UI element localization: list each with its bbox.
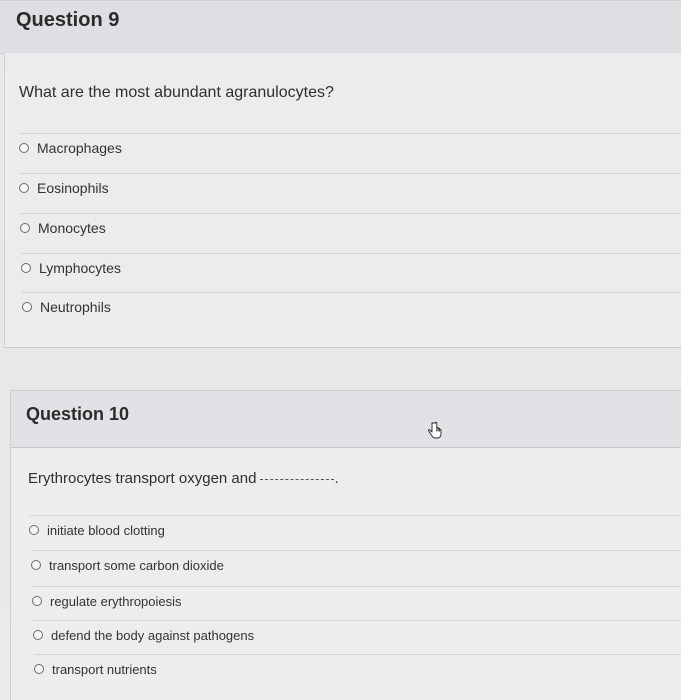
option-label: Neutrophils (40, 299, 111, 315)
option-label: Macrophages (37, 140, 122, 156)
q9-option-eosinophils[interactable]: Eosinophils (19, 173, 681, 202)
question-10-prompt: Erythrocytes transport oxygen and. (28, 470, 339, 487)
option-label: initiate blood clotting (47, 522, 165, 538)
radio-button-icon[interactable] (19, 143, 29, 153)
radio-button-icon[interactable] (34, 664, 44, 674)
radio-button-icon[interactable] (29, 525, 39, 535)
question-10-card: Question 10 Erythrocytes transport oxyge… (10, 390, 681, 700)
radio-button-icon[interactable] (32, 596, 42, 606)
radio-button-icon[interactable] (19, 183, 29, 193)
radio-button-icon[interactable] (33, 630, 43, 640)
q10-option-regulate-erythropoiesis[interactable]: regulate erythropoiesis (32, 586, 681, 615)
radio-button-icon[interactable] (31, 560, 41, 570)
hand-pointer-icon (428, 421, 442, 439)
q10-option-initiate-blood-clotting[interactable]: initiate blood clotting (29, 515, 681, 544)
question-10-title: Question 10 (26, 404, 130, 424)
option-label: Lymphocytes (39, 260, 121, 276)
q9-option-macrophages[interactable]: Macrophages (19, 133, 681, 162)
option-label: Monocytes (38, 220, 106, 236)
question-10-prompt-end: . (334, 470, 339, 487)
question-10-header: Question 10 (11, 390, 681, 448)
q10-option-transport-carbon-dioxide[interactable]: transport some carbon dioxide (31, 550, 681, 579)
q9-option-neutrophils[interactable]: Neutrophils (22, 292, 681, 321)
option-label: Eosinophils (37, 180, 109, 196)
question-9-header: Question 9 (0, 0, 681, 54)
option-label: transport nutrients (52, 661, 157, 677)
option-label: regulate erythropoiesis (50, 593, 182, 609)
question-10-prompt-text: Erythrocytes transport oxygen and (28, 470, 257, 487)
radio-button-icon[interactable] (22, 302, 32, 312)
fill-in-blank (260, 479, 335, 480)
option-label: defend the body against pathogens (51, 627, 255, 643)
option-label: transport some carbon dioxide (49, 557, 224, 573)
q10-option-transport-nutrients[interactable]: transport nutrients (34, 654, 681, 683)
question-9-title: Question 9 (16, 9, 120, 31)
radio-button-icon[interactable] (20, 223, 30, 233)
question-9-body: What are the most abundant agranulocytes… (4, 53, 681, 348)
question-9-prompt: What are the most abundant agranulocytes… (19, 84, 334, 101)
q9-option-lymphocytes[interactable]: Lymphocytes (21, 253, 681, 282)
q9-option-monocytes[interactable]: Monocytes (20, 213, 681, 242)
radio-button-icon[interactable] (21, 263, 31, 273)
q10-option-defend-against-pathogens[interactable]: defend the body against pathogens (33, 620, 681, 649)
